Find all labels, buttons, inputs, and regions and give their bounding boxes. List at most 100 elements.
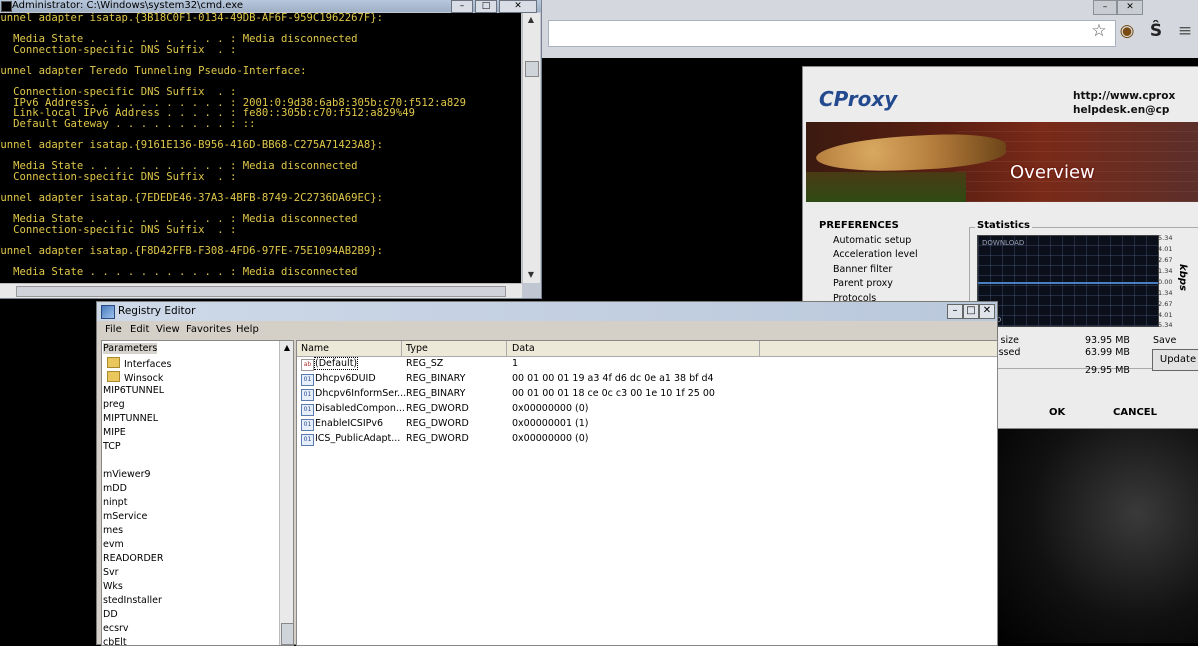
cmd-titlebar[interactable]: Administrator: C:\Windows\system32\cmd.e…: [0, 0, 541, 13]
scroll-up-icon[interactable]: ▲: [525, 14, 537, 26]
values-list[interactable]: Name Type Data ab (Default) REG_SZ 1 01 …: [296, 340, 998, 646]
table-row[interactable]: 01 ICS_PublicAdapt... REG_DWORD 0x000000…: [297, 432, 997, 447]
menu-help[interactable]: Help: [236, 324, 259, 335]
cmd-horizontal-scrollbar[interactable]: [0, 283, 522, 298]
pref-automatic-setup[interactable]: Automatic setup: [833, 235, 911, 246]
tree-item[interactable]: ninpt: [103, 497, 127, 508]
tree-item[interactable]: mes: [103, 525, 123, 536]
scroll-down-icon[interactable]: ▼: [525, 269, 537, 281]
table-row[interactable]: 01 EnableICSIPv6 REG_DWORD 0x00000001 (1…: [297, 417, 997, 432]
tree-item[interactable]: mViewer9: [103, 469, 151, 480]
scroll-up-icon[interactable]: ▲: [281, 342, 293, 354]
console-text: Tunnel adapter isatap.{3B18C0F1-0134-49D…: [0, 13, 466, 279]
maximize-button[interactable]: □: [475, 0, 497, 13]
table-row[interactable]: 01 DisabledCompon... REG_DWORD 0x0000000…: [297, 402, 997, 417]
tree-item[interactable]: MIP6TUNNEL: [103, 385, 164, 396]
column-data-header[interactable]: Data: [512, 343, 535, 354]
console-output[interactable]: Tunnel adapter isatap.{3B18C0F1-0134-49D…: [0, 13, 521, 283]
scale-tick: 5.34: [1158, 321, 1173, 329]
scroll-thumb[interactable]: [525, 61, 539, 77]
close-button[interactable]: ✕: [499, 0, 537, 13]
ok-button[interactable]: OK: [1049, 407, 1065, 418]
menu-edit[interactable]: Edit: [130, 324, 149, 335]
tree-item[interactable]: MIPTUNNEL: [103, 413, 158, 424]
pref-parent-proxy[interactable]: Parent proxy: [833, 278, 893, 289]
cmd-window: Administrator: C:\Windows\system32\cmd.e…: [0, 0, 542, 299]
proxy-url[interactable]: http://www.cprox: [1073, 89, 1198, 103]
stat-value: 93.95 MB: [1085, 335, 1130, 346]
pref-banner-filter[interactable]: Banner filter: [833, 264, 892, 275]
scale-tick: 4.01: [1158, 245, 1173, 253]
minimize-button[interactable]: –: [947, 304, 963, 319]
update-button[interactable]: Update: [1152, 349, 1198, 371]
close-button[interactable]: ✕: [979, 304, 995, 319]
binary-value-icon: 01: [301, 404, 314, 416]
address-bar[interactable]: [548, 20, 1116, 47]
maximize-button[interactable]: □: [963, 304, 979, 319]
tree-item[interactable]: TCP: [103, 441, 121, 452]
registry-editor-window: Registry Editor – □ ✕ File Edit View Fav…: [96, 301, 998, 646]
extension-s-icon[interactable]: Ŝ: [1145, 20, 1167, 42]
tree-item[interactable]: Winsock: [107, 371, 163, 384]
binary-value-icon: 01: [301, 434, 314, 446]
column-type-header[interactable]: Type: [406, 343, 428, 354]
download-label: DOWNLOAD: [982, 239, 1025, 247]
value-type: REG_BINARY: [406, 388, 466, 399]
regedit-icon: [101, 305, 115, 319]
menu-favorites[interactable]: Favorites: [186, 324, 231, 335]
pref-acceleration-level[interactable]: Acceleration level: [833, 249, 918, 260]
folder-icon: [107, 371, 120, 382]
table-row[interactable]: 01 Dhcpv6DUID REG_BINARY 00 01 00 01 19 …: [297, 372, 997, 387]
unit-label: kbps: [1176, 264, 1188, 291]
browser-close-button[interactable]: ✕: [1117, 0, 1143, 15]
tree-item[interactable]: mDD: [103, 483, 127, 494]
tree-scrollbar[interactable]: ▲: [279, 341, 293, 645]
tree-item[interactable]: Interfaces: [107, 357, 171, 370]
value-name: DisabledCompon...: [315, 403, 405, 414]
cheetah-banner: Overview: [806, 122, 1198, 202]
value-type: REG_BINARY: [406, 373, 466, 384]
menu-file[interactable]: File: [105, 324, 122, 335]
menu-icon[interactable]: ≡: [1174, 20, 1196, 42]
cancel-button[interactable]: CANCEL: [1113, 407, 1157, 418]
value-data: 00 01 00 01 19 a3 4f d6 dc 0e a1 38 bf d…: [512, 373, 714, 384]
hscroll-thumb[interactable]: [16, 286, 506, 297]
proxy-email[interactable]: helpdesk.en@cp: [1073, 103, 1198, 117]
scale-tick: 2.67: [1158, 256, 1173, 264]
value-name: (Default): [313, 357, 359, 370]
regedit-titlebar[interactable]: Registry Editor – □ ✕: [97, 302, 997, 321]
table-row[interactable]: 01 Dhcpv6InformSer... REG_BINARY 00 01 0…: [297, 387, 997, 402]
column-name-header[interactable]: Name: [301, 343, 329, 354]
menu-bar: File Edit View Favorites Help: [97, 322, 997, 338]
tree-item[interactable]: Svr: [103, 567, 119, 578]
value-name: Dhcpv6InformSer...: [315, 388, 407, 399]
tree-item[interactable]: MIPE: [103, 427, 126, 438]
scale-tick: 1.34: [1158, 289, 1173, 297]
cmd-vertical-scrollbar[interactable]: ▲ ▼: [522, 13, 540, 283]
scale-tick: 2.67: [1158, 300, 1173, 308]
tree-item[interactable]: DD: [103, 609, 118, 620]
tree-item[interactable]: mService: [103, 511, 147, 522]
minimize-button[interactable]: –: [451, 0, 473, 13]
tree-item[interactable]: stedInstaller: [103, 595, 162, 606]
tree-item[interactable]: evm: [103, 539, 124, 550]
key-tree[interactable]: Parameters Interfaces Winsock MIP6TUNNEL…: [101, 340, 294, 646]
cproxy-logo: CProxy: [819, 87, 898, 111]
tree-item[interactable]: Parameters: [103, 343, 158, 354]
tree-item[interactable]: Wks: [103, 581, 123, 592]
scroll-thumb[interactable]: [281, 623, 293, 645]
browser-minimize-button[interactable]: –: [1093, 0, 1117, 15]
tree-item[interactable]: preg: [103, 399, 125, 410]
tree-item[interactable]: ecsrv: [103, 623, 129, 634]
save-label: Save: [1153, 335, 1177, 346]
extension-icon[interactable]: ◉: [1116, 20, 1138, 42]
menu-view[interactable]: View: [156, 324, 180, 335]
binary-value-icon: 01: [301, 374, 314, 386]
tree-item[interactable]: READORDER: [103, 553, 163, 564]
banner-title: Overview: [1010, 162, 1095, 183]
table-row[interactable]: ab (Default) REG_SZ 1: [297, 357, 997, 372]
tree-item[interactable]: cbElt: [103, 637, 127, 645]
cmd-title: Administrator: C:\Windows\system32\cmd.e…: [12, 0, 244, 11]
star-icon[interactable]: ☆: [1088, 20, 1110, 42]
regedit-title: Registry Editor: [118, 305, 196, 317]
